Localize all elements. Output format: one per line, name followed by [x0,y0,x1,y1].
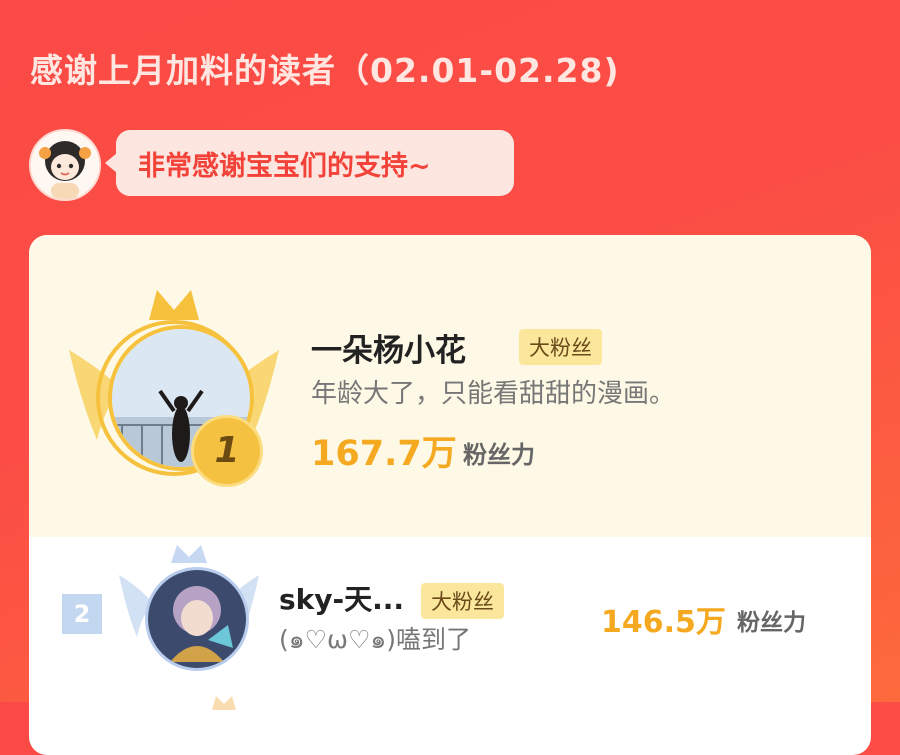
anime-character-avatar-icon [148,570,246,668]
first-place-score: 167.7万 [311,434,457,474]
cartoon-girl-avatar-icon [31,131,99,199]
second-place-avatar[interactable] [145,567,249,671]
crown-icon [212,696,236,710]
rank-1-badge: 1 [191,415,263,487]
author-message: 非常感谢宝宝们的支持~ [138,151,431,182]
rank-2-badge: 2 [62,594,102,634]
score-unit: 粉丝力 [737,610,806,636]
first-place-block[interactable]: 1 一朵杨小花 大粉丝 年龄大了，只能看甜甜的漫画。 167.7万 粉丝力 [29,235,871,537]
ranking-panel: 1 一朵杨小花 大粉丝 年龄大了，只能看甜甜的漫画。 167.7万 粉丝力 2 … [29,235,871,755]
fan-level-tag: 大粉丝 [519,329,602,365]
fan-level-tag: 大粉丝 [421,583,504,619]
second-place-score: 146.5万 [601,605,726,640]
second-place-message: (๑♡ω♡๑)嗑到了 [279,625,472,654]
first-place-message: 年龄大了，只能看甜甜的漫画。 [311,379,676,409]
author-message-bubble: 非常感谢宝宝们的支持~ [105,130,514,196]
score-unit: 粉丝力 [463,441,535,469]
page-title: 感谢上月加料的读者（02.01-02.28) [30,51,620,90]
second-place-name[interactable]: sky-天... [279,578,404,618]
author-avatar[interactable] [29,129,101,201]
first-place-name[interactable]: 一朵杨小花 [311,325,466,370]
